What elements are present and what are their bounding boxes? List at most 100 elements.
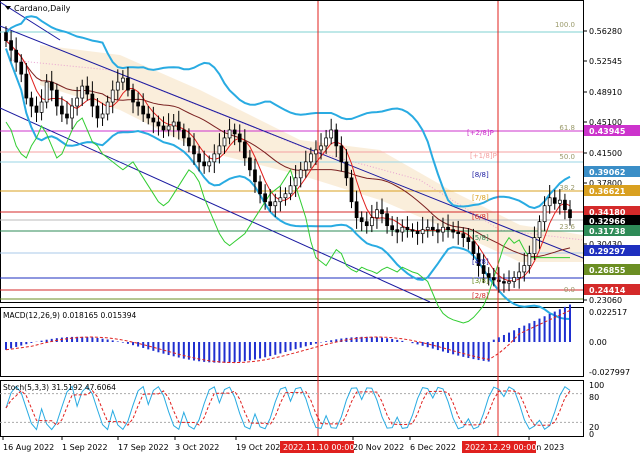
candle-body <box>263 193 267 203</box>
candle-body <box>80 85 85 99</box>
candle-body <box>283 193 288 199</box>
candle-body <box>324 137 328 147</box>
candle-body <box>126 77 130 91</box>
macd-tick-label: 0.00 <box>589 338 607 347</box>
candle-body <box>359 217 364 223</box>
candle-body <box>405 226 410 231</box>
candle-body <box>212 153 217 163</box>
stoch-tick-label: 80 <box>589 393 599 402</box>
candle-body <box>293 177 298 187</box>
candle-body <box>85 85 90 95</box>
candle-body <box>329 129 334 139</box>
candle-body <box>258 181 262 195</box>
price-tick-label: 0.48910 <box>589 88 622 97</box>
candle-body <box>49 81 54 91</box>
candle-body <box>268 201 273 207</box>
candle-body <box>466 237 471 242</box>
candle-body <box>512 277 516 282</box>
candle-body <box>34 105 39 113</box>
candle-body <box>390 225 395 231</box>
candle-body <box>552 197 557 204</box>
candle-body <box>19 61 24 75</box>
candle-body <box>415 230 420 235</box>
candle-body <box>14 49 19 63</box>
candle-body <box>491 277 496 281</box>
candle-body <box>517 271 522 278</box>
candle-body <box>248 157 252 171</box>
candle-body <box>354 201 359 219</box>
candle-body <box>369 217 374 227</box>
candle-body <box>314 149 318 155</box>
fib-label: 61.8 <box>559 124 575 132</box>
candle-body <box>527 253 532 266</box>
candle-body <box>395 229 400 233</box>
candle-body <box>425 226 430 231</box>
candle-body <box>24 73 29 99</box>
date-label: 3 Oct 2022 <box>175 443 219 452</box>
candle-body <box>420 229 425 235</box>
candle-body <box>60 105 64 115</box>
candle-body <box>273 201 278 207</box>
candle-body <box>65 113 69 119</box>
candle-body <box>461 233 466 239</box>
candle-body <box>288 185 293 195</box>
candle-body <box>410 229 415 232</box>
stoch-label: Stoch(5,3,3) 31.5192 47.6064 <box>3 383 116 392</box>
candle-body <box>385 213 389 227</box>
candle-body <box>131 89 135 103</box>
candle-body <box>568 209 572 219</box>
candle-body <box>507 281 511 284</box>
price-level-label: 0.32966 <box>589 217 626 226</box>
candle-body <box>522 265 527 273</box>
candle-body <box>278 197 283 203</box>
candle-body <box>298 169 303 179</box>
candle-body <box>502 281 506 284</box>
murrey-label: [4/8] <box>472 258 489 266</box>
candle-body <box>100 113 105 119</box>
murrey-label: [7/8] <box>472 194 489 202</box>
candle-body <box>537 221 542 239</box>
price-level-label: 0.26855 <box>589 266 626 275</box>
candle-body <box>237 133 242 143</box>
candle-body <box>29 97 34 107</box>
candle-body <box>187 137 191 147</box>
candle-body <box>253 169 257 183</box>
candle-body <box>430 226 435 231</box>
date-label: 1 Sep 2022 <box>62 443 108 452</box>
candle-body <box>451 229 455 233</box>
candle-body <box>44 81 49 103</box>
candle-body <box>95 105 100 119</box>
candle-body <box>151 117 156 123</box>
date-label: 16 Aug 2022 <box>3 443 54 452</box>
candle-body <box>105 101 110 115</box>
candle-body <box>334 129 339 147</box>
candle-body <box>563 199 567 211</box>
stoch-tick-label: 100 <box>589 381 604 390</box>
murrey-label: [+2/8]P <box>467 129 494 137</box>
candle-body <box>375 209 379 219</box>
candle-body <box>4 32 8 41</box>
candle-body <box>380 209 384 215</box>
candle-body <box>110 89 115 103</box>
candle-body <box>176 121 181 131</box>
candle-body <box>471 241 476 254</box>
candle-body <box>349 177 354 203</box>
date-label: 6 Dec 2022 <box>410 443 456 452</box>
stoch-tick-label: 0 <box>589 430 594 439</box>
fib-label: 100.0 <box>555 21 575 29</box>
candle-body <box>181 129 186 139</box>
candle-body <box>207 161 212 167</box>
murrey-label: [6/8] <box>472 213 489 221</box>
chart-canvas[interactable]: 100.0 61.8 50.0 38.2 23.6 0.0 [+2/8]P [+1/8]P [8… <box>0 0 640 457</box>
candle-body <box>156 121 161 127</box>
price-tick-label: 0.23060 <box>589 296 622 305</box>
candle-body <box>339 145 344 163</box>
price-level-label: 0.39062 <box>589 168 625 177</box>
candle-body <box>364 221 369 227</box>
candle-body <box>309 153 313 163</box>
candle-body <box>303 161 308 171</box>
candle-body <box>436 229 440 233</box>
candle-body <box>227 129 232 139</box>
candle-body <box>532 237 537 254</box>
candle-body <box>319 145 323 151</box>
